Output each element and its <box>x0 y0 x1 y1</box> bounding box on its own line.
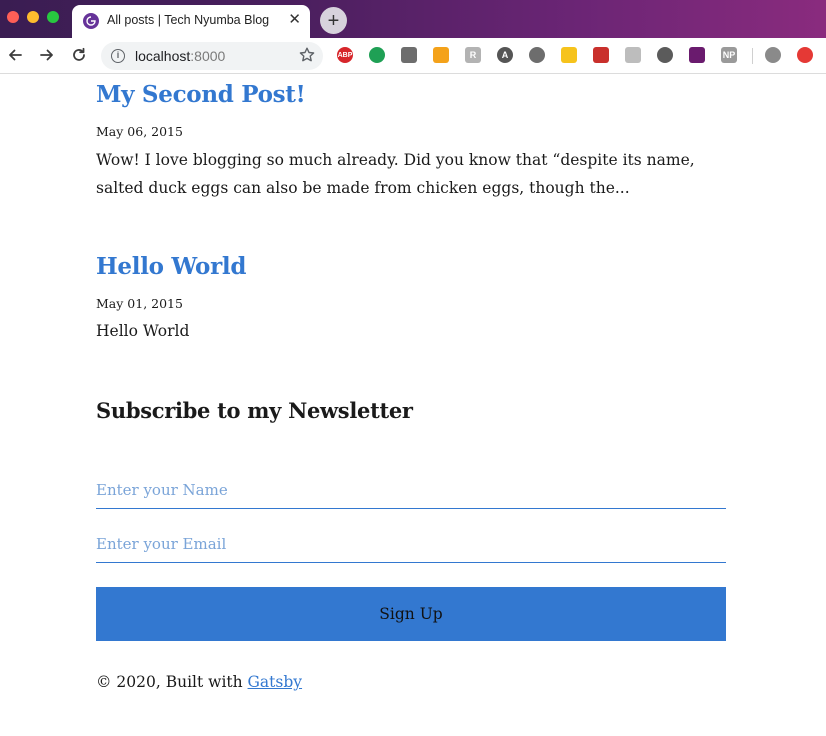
update-arrow-icon[interactable] <box>797 47 813 63</box>
post-excerpt: Wow! I love blogging so much already. Di… <box>96 151 695 197</box>
address-bar[interactable]: i localhost:8000 <box>101 42 323 70</box>
site-info-icon[interactable]: i <box>111 49 125 63</box>
close-window-button[interactable] <box>7 11 19 23</box>
evernote-icon[interactable] <box>369 47 385 63</box>
page-footer: © 2020, Built with Gatsby <box>96 673 302 691</box>
reload-icon[interactable] <box>69 45 89 65</box>
profile-avatar-icon[interactable] <box>765 47 781 63</box>
post-date: May 01, 2015 <box>96 296 183 311</box>
newsletter-heading: Subscribe to my Newsletter <box>96 398 413 423</box>
back-arrow-icon[interactable] <box>5 45 25 65</box>
minimize-window-button[interactable] <box>27 11 39 23</box>
active-tab[interactable]: All posts | Tech Nyumba Blog ✕ <box>72 5 310 38</box>
adblock-plus-icon[interactable]: ABP <box>337 47 353 63</box>
a-extension-icon[interactable]: A <box>497 47 513 63</box>
post-excerpt: Hello World <box>96 322 190 340</box>
url-text: localhost:8000 <box>135 48 226 64</box>
toolbar-divider <box>752 48 753 64</box>
sign-up-button[interactable]: Sign Up <box>96 587 726 641</box>
gatsby-link[interactable]: Gatsby <box>248 673 303 691</box>
red-puzzle-extension-icon[interactable] <box>593 47 609 63</box>
bookmark-star-icon[interactable] <box>298 46 316 64</box>
gatsby-favicon-icon <box>83 13 99 29</box>
tab-close-icon[interactable]: ✕ <box>288 11 301 29</box>
gray-extension-icon[interactable] <box>625 47 641 63</box>
footer-text: © 2020, Built with <box>96 673 248 691</box>
new-tab-button[interactable]: + <box>320 7 347 34</box>
forward-arrow-icon[interactable] <box>37 45 57 65</box>
purple-stats-icon[interactable] <box>689 47 705 63</box>
post-title-link[interactable]: Hello World <box>96 253 246 280</box>
browser-toolbar: i localhost:8000 ABP R A NP <box>0 38 826 74</box>
browser-title-bar: All posts | Tech Nyumba Blog ✕ + <box>0 0 826 38</box>
post-date: May 06, 2015 <box>96 124 183 139</box>
post-title-link[interactable]: My Second Post! <box>96 81 306 108</box>
name-input[interactable] <box>96 471 726 509</box>
maximize-window-button[interactable] <box>47 11 59 23</box>
angular-devtools-icon[interactable] <box>401 47 417 63</box>
rss-plus-icon[interactable] <box>433 47 449 63</box>
yellow-extension-icon[interactable] <box>561 47 577 63</box>
email-input[interactable] <box>96 525 726 563</box>
np-extension-icon[interactable]: NP <box>721 47 737 63</box>
circle-extension-icon[interactable] <box>657 47 673 63</box>
rewriter-icon[interactable]: R <box>465 47 481 63</box>
dark-mode-icon[interactable] <box>529 47 545 63</box>
tab-title: All posts | Tech Nyumba Blog <box>107 13 270 27</box>
